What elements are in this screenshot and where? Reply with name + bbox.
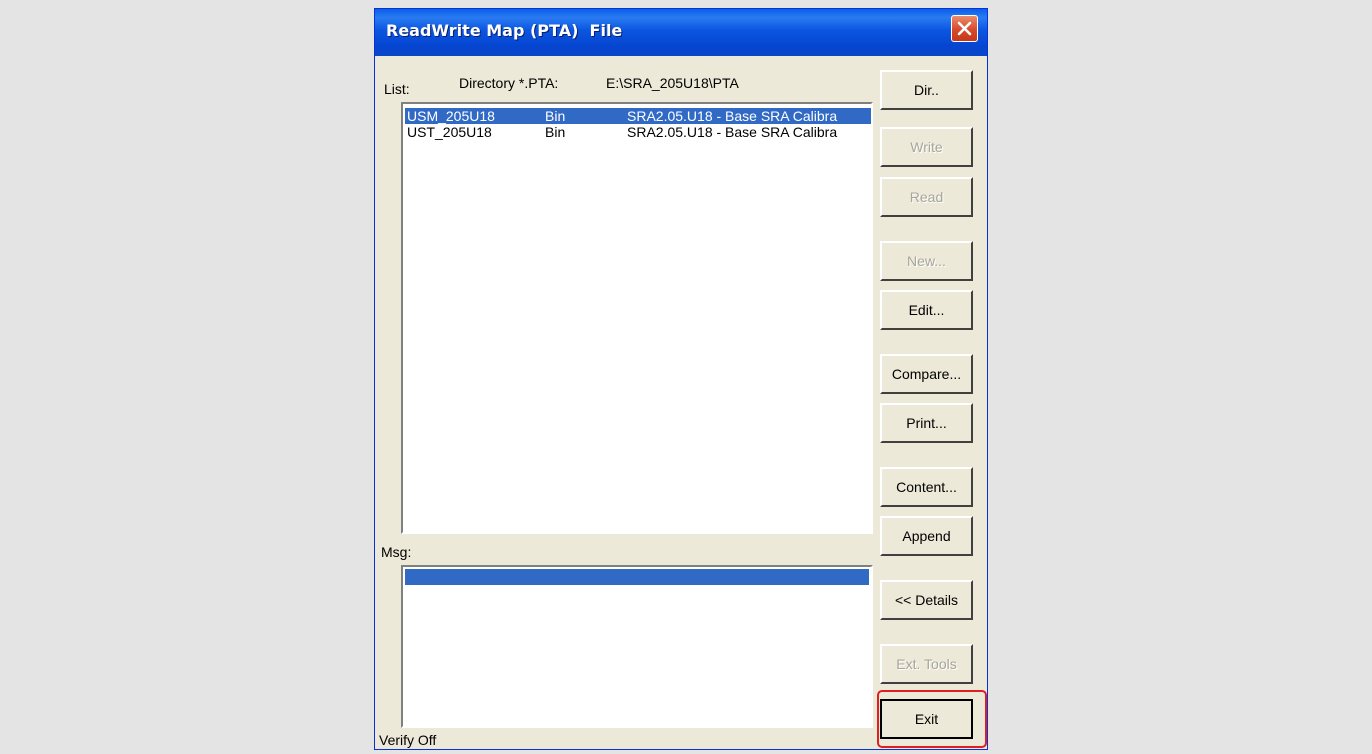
directory-path: E:\SRA_205U18\PTA: [606, 75, 739, 91]
edit-button[interactable]: Edit...: [880, 290, 973, 330]
readwrite-map-dialog: ReadWrite Map (PTA) File List: Directory…: [374, 8, 988, 750]
write-button[interactable]: Write: [880, 127, 973, 167]
list-label: List:: [384, 81, 410, 97]
dialog-body: List: Directory *.PTA: E:\SRA_205U18\PTA…: [375, 56, 987, 749]
print-button[interactable]: Print...: [880, 403, 973, 443]
title-bar[interactable]: ReadWrite Map (PTA) File: [375, 9, 987, 56]
close-icon: [957, 21, 972, 36]
msg-label: Msg:: [381, 544, 412, 560]
file-name: USM_205U18: [407, 108, 495, 124]
new-button[interactable]: New...: [880, 241, 973, 281]
append-button[interactable]: Append: [880, 516, 973, 556]
directory-label: Directory *.PTA:: [459, 75, 559, 91]
window-title: ReadWrite Map (PTA) File: [386, 21, 623, 40]
list-item[interactable]: USM_205U18 Bin SRA2.05.U18 - Base SRA Ca…: [405, 108, 871, 124]
close-button[interactable]: [951, 15, 978, 42]
file-name: UST_205U18: [407, 124, 492, 140]
file-description: SRA2.05.U18 - Base SRA Calibra: [627, 108, 838, 124]
file-description: SRA2.05.U18 - Base SRA Calibra: [627, 124, 838, 140]
list-item[interactable]: UST_205U18 Bin SRA2.05.U18 - Base SRA Ca…: [405, 124, 871, 140]
message-list[interactable]: [401, 565, 873, 728]
read-button[interactable]: Read: [880, 177, 973, 217]
dir-button[interactable]: Dir..: [880, 70, 973, 110]
ext-tools-button[interactable]: Ext. Tools: [880, 644, 973, 684]
file-type: Bin: [545, 124, 566, 140]
exit-highlight-frame: [877, 690, 987, 748]
status-text: Verify Off: [379, 732, 437, 748]
file-list[interactable]: USM_205U18 Bin SRA2.05.U18 - Base SRA Ca…: [401, 102, 873, 534]
file-type: Bin: [545, 108, 566, 124]
message-selected-row[interactable]: [405, 569, 869, 585]
details-button[interactable]: << Details: [880, 580, 973, 620]
compare-button[interactable]: Compare...: [880, 354, 973, 394]
content-button[interactable]: Content...: [880, 467, 973, 507]
